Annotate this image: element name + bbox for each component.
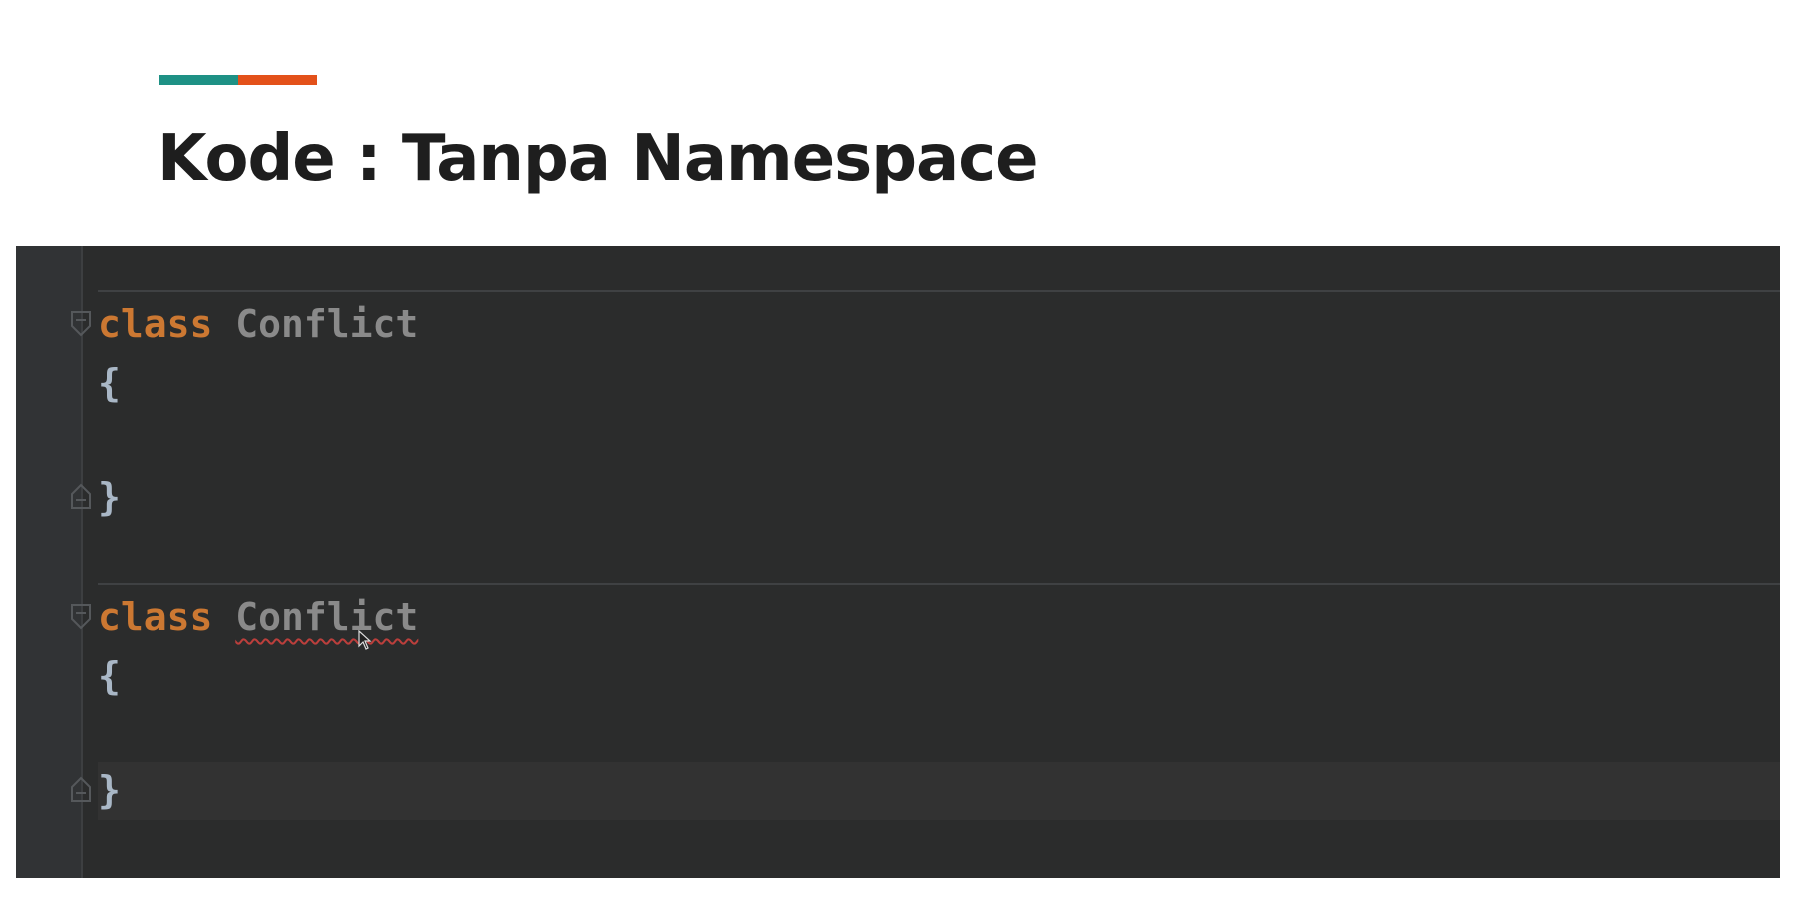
method-separator bbox=[98, 290, 1780, 292]
mouse-pointer-icon bbox=[358, 629, 372, 650]
fold-end-icon[interactable] bbox=[70, 483, 92, 509]
title-accent-bar bbox=[159, 75, 317, 85]
fold-collapse-icon[interactable] bbox=[70, 311, 92, 337]
open-brace: { bbox=[98, 361, 121, 405]
slide-title: Kode : Tanpa Namespace bbox=[157, 122, 1039, 196]
accent-orange-segment bbox=[238, 75, 317, 85]
class-name-duplicate-error[interactable]: Conflict bbox=[235, 595, 418, 639]
code-line-close-brace[interactable]: } bbox=[98, 765, 121, 815]
open-brace: { bbox=[98, 654, 121, 698]
close-brace: } bbox=[98, 768, 121, 812]
accent-teal-segment bbox=[159, 75, 238, 85]
close-brace: } bbox=[98, 475, 121, 519]
current-line-highlight bbox=[98, 762, 1780, 820]
class-name: Conflict bbox=[235, 302, 419, 346]
code-editor[interactable]: class Conflict { } class Conflict { } bbox=[16, 246, 1780, 878]
fold-end-icon[interactable] bbox=[70, 776, 92, 802]
code-line-open-brace[interactable]: { bbox=[98, 651, 121, 701]
method-separator bbox=[98, 583, 1780, 585]
code-line-open-brace[interactable]: { bbox=[98, 358, 121, 408]
keyword-class: class bbox=[98, 595, 213, 639]
fold-collapse-icon[interactable] bbox=[70, 604, 92, 630]
code-line-close-brace[interactable]: } bbox=[98, 472, 121, 522]
code-line-class-declaration[interactable]: class Conflict bbox=[98, 299, 418, 349]
keyword-class: class bbox=[98, 302, 213, 346]
